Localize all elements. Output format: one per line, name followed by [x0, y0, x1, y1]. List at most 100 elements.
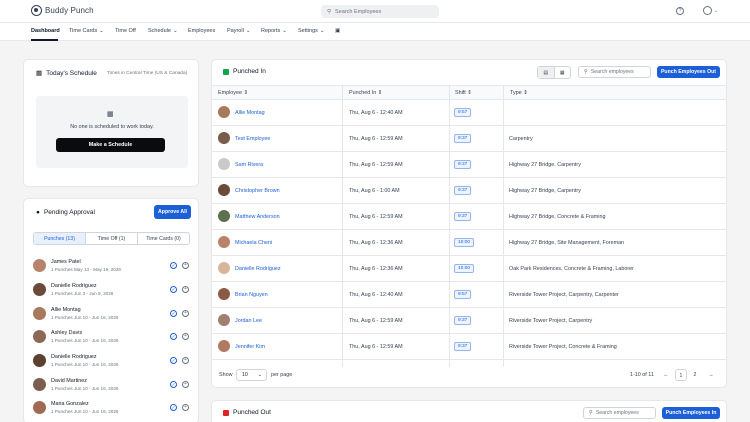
col-type[interactable]: Type ⇕	[510, 90, 528, 96]
table-row[interactable]: Jennifer Kim Thu, Aug 6 - 12:59 AM 9:37 Riv…	[212, 334, 726, 360]
avatar	[218, 210, 230, 222]
pending-name: Danielle Rodriguez	[51, 283, 97, 289]
view-toggle: ▤ ▦	[537, 66, 571, 79]
col-employee[interactable]: Employee ⇕	[218, 90, 248, 96]
employee-name[interactable]: Brian Nguyen	[235, 292, 268, 298]
shift-badge: 9:37	[454, 316, 472, 325]
search-icon: ⚲	[589, 410, 593, 416]
punched-out-search-input[interactable]: ⚲ Search employees	[583, 407, 656, 419]
empty-schedule-box: ▦ No one is scheduled to work today. Mak…	[36, 96, 188, 168]
search-placeholder: Search Employees	[335, 8, 382, 15]
pending-row[interactable]: Ashley Davis 1 Punches Jun 10 - Jun 16, …	[33, 328, 190, 348]
add-circle-icon[interactable]: +	[182, 357, 189, 364]
user-menu[interactable]: ⌄	[703, 6, 718, 15]
approve-check-icon[interactable]: ✓	[170, 333, 177, 340]
approve-check-icon[interactable]: ✓	[170, 262, 177, 269]
table-row[interactable]: Danielle Rodriguez Thu, Aug 6 - 12:36 AM 1…	[212, 256, 726, 282]
punched-in-search-input[interactable]: ⚲ Search employees	[578, 66, 651, 78]
next-page-icon[interactable]: →	[705, 369, 717, 381]
table-row[interactable]: Brian Nguyen Thu, Aug 6 - 12:40 AM 9:57 Riv…	[212, 282, 726, 308]
todays-schedule-card: ▦ Today's Schedule Times in Central Time…	[23, 59, 199, 187]
pending-sub: 1 Punches Jun 3 - Jun 9, 2026	[51, 291, 114, 296]
table-row[interactable]: Sam Rivera Thu, Aug 6 - 12:59 AM 9:37 Highw…	[212, 152, 726, 178]
approve-check-icon[interactable]: ✓	[170, 310, 177, 317]
add-circle-icon[interactable]: +	[182, 310, 189, 317]
page-1[interactable]: 1	[675, 369, 687, 381]
nav-schedule[interactable]: Schedule ⌄	[148, 28, 178, 34]
schedule-header: ▦ Today's Schedule Times in Central Time…	[36, 69, 187, 78]
table-row[interactable]: Allie Montag Thu, Aug 6 - 12:40 AM 9:57	[212, 100, 726, 126]
nav-extra[interactable]: ▣	[335, 28, 340, 34]
table-row[interactable]: Test Employee Thu, Aug 6 - 12:59 AM 9:37 Ca…	[212, 126, 726, 152]
table-row[interactable]: Christopher Brown Thu, Aug 6 - 1:00 AM 9:3…	[212, 178, 726, 204]
pending-sub: 1 Punches May 13 - May 19, 2026	[51, 267, 121, 272]
tab-time-cards[interactable]: Time Cards (0)	[138, 233, 189, 244]
brand-logo[interactable]: Buddy Punch	[31, 5, 94, 16]
buddy-punch-logo-icon	[31, 5, 42, 16]
pending-row[interactable]: Danielle Rodriguez 1 Punches Jun 10 - Ju…	[33, 352, 190, 372]
avatar	[218, 132, 230, 144]
help-icon[interactable]: ?	[676, 7, 684, 15]
prev-page-icon[interactable]: ←	[660, 369, 672, 381]
pending-row[interactable]: James Patel 1 Punches May 13 - May 19, 2…	[33, 257, 190, 277]
punch-employees-out-button[interactable]: Punch Employees Out	[657, 66, 720, 78]
pending-name: David Martinez	[51, 378, 87, 384]
avatar	[33, 283, 46, 296]
pending-row[interactable]: David Martinez 1 Punches Jun 10 - Jun 16…	[33, 376, 190, 396]
add-circle-icon[interactable]: +	[182, 333, 189, 340]
col-shift[interactable]: Shift ⇕	[455, 90, 472, 96]
pending-name: Danielle Rodriguez	[51, 354, 97, 360]
employee-name[interactable]: Jennifer Kim	[235, 344, 265, 350]
pending-row[interactable]: Maria Gonzalez 1 Punches Jun 10 - Jun 16…	[33, 399, 190, 419]
tab-time-off[interactable]: Time Off (1)	[86, 233, 138, 244]
approve-check-icon[interactable]: ✓	[170, 286, 177, 293]
page-2[interactable]: 2	[689, 369, 701, 381]
approve-check-icon[interactable]: ✓	[170, 381, 177, 388]
employee-name[interactable]: Allie Montag	[235, 110, 265, 116]
nav-settings[interactable]: Settings ⌄	[298, 28, 324, 34]
global-search-input[interactable]: ⚲ Search Employees	[321, 5, 439, 18]
punched-in-time: Thu, Aug 6 - 12:36 AM	[349, 240, 403, 246]
avatar	[218, 288, 230, 300]
nav-reports[interactable]: Reports ⌄	[261, 28, 287, 34]
make-schedule-button[interactable]: Make a Schedule	[56, 138, 165, 152]
pending-sub: 1 Punches Jun 10 - Jun 16, 2026	[51, 362, 119, 367]
approve-all-button[interactable]: Approve All	[154, 205, 191, 219]
pending-row[interactable]: Allie Montag 1 Punches Jun 10 - Jun 16, …	[33, 305, 190, 325]
employee-name[interactable]: Christopher Brown	[235, 188, 280, 194]
avatar	[218, 236, 230, 248]
nav-employees[interactable]: Employees	[188, 28, 215, 34]
nav-dashboard[interactable]: Dashboard	[31, 28, 60, 34]
per-page-select[interactable]: 10 ⌄	[236, 369, 267, 381]
add-circle-icon[interactable]: +	[182, 262, 189, 269]
col-punched-in[interactable]: Punched In ⇕	[349, 90, 382, 96]
nav-payroll[interactable]: Payroll ⌄	[227, 28, 250, 34]
table-row[interactable]: Matthew Anderson Thu, Aug 6 - 12:59 AM 9:3…	[212, 204, 726, 230]
add-circle-icon[interactable]: +	[182, 381, 189, 388]
pending-name: Allie Montag	[51, 307, 81, 313]
table-view-icon[interactable]: ▤	[538, 67, 555, 78]
table-row[interactable]: Michaela Cheni Thu, Aug 6 - 12:36 AM 10:00…	[212, 230, 726, 256]
approve-check-icon[interactable]: ✓	[170, 404, 177, 411]
add-circle-icon[interactable]: +	[182, 404, 189, 411]
employee-name[interactable]: Danielle Rodriguez	[235, 266, 281, 272]
approve-check-icon[interactable]: ✓	[170, 357, 177, 364]
tab-punches[interactable]: Punches (13)	[34, 233, 86, 244]
brand-name: Buddy Punch	[45, 6, 94, 15]
pending-row[interactable]: Danielle Rodriguez 1 Punches Jun 3 - Jun…	[33, 281, 190, 301]
punch-employees-in-button[interactable]: Punch Employees In	[662, 407, 720, 419]
employee-name[interactable]: Sam Rivera	[235, 162, 263, 168]
shift-badge: 9:57	[454, 108, 472, 117]
add-circle-icon[interactable]: +	[182, 286, 189, 293]
search-icon: ⚲	[584, 69, 588, 75]
employee-name[interactable]: Jordan Lee	[235, 318, 262, 324]
grid-view-icon[interactable]: ▦	[555, 67, 571, 78]
pending-tabs: Punches (13) Time Off (1) Time Cards (0)	[33, 232, 190, 245]
nav-time-cards[interactable]: Time Cards ⌄	[69, 28, 104, 34]
employee-name[interactable]: Test Employee	[235, 136, 270, 142]
employee-name[interactable]: Matthew Anderson	[235, 214, 280, 220]
employee-name[interactable]: Michaela Cheni	[235, 240, 272, 246]
search-placeholder: Search employees	[590, 69, 634, 75]
nav-time-off[interactable]: Time Off	[115, 28, 136, 34]
table-row[interactable]: Jordan Lee Thu, Aug 6 - 12:59 AM 9:37 River…	[212, 308, 726, 334]
